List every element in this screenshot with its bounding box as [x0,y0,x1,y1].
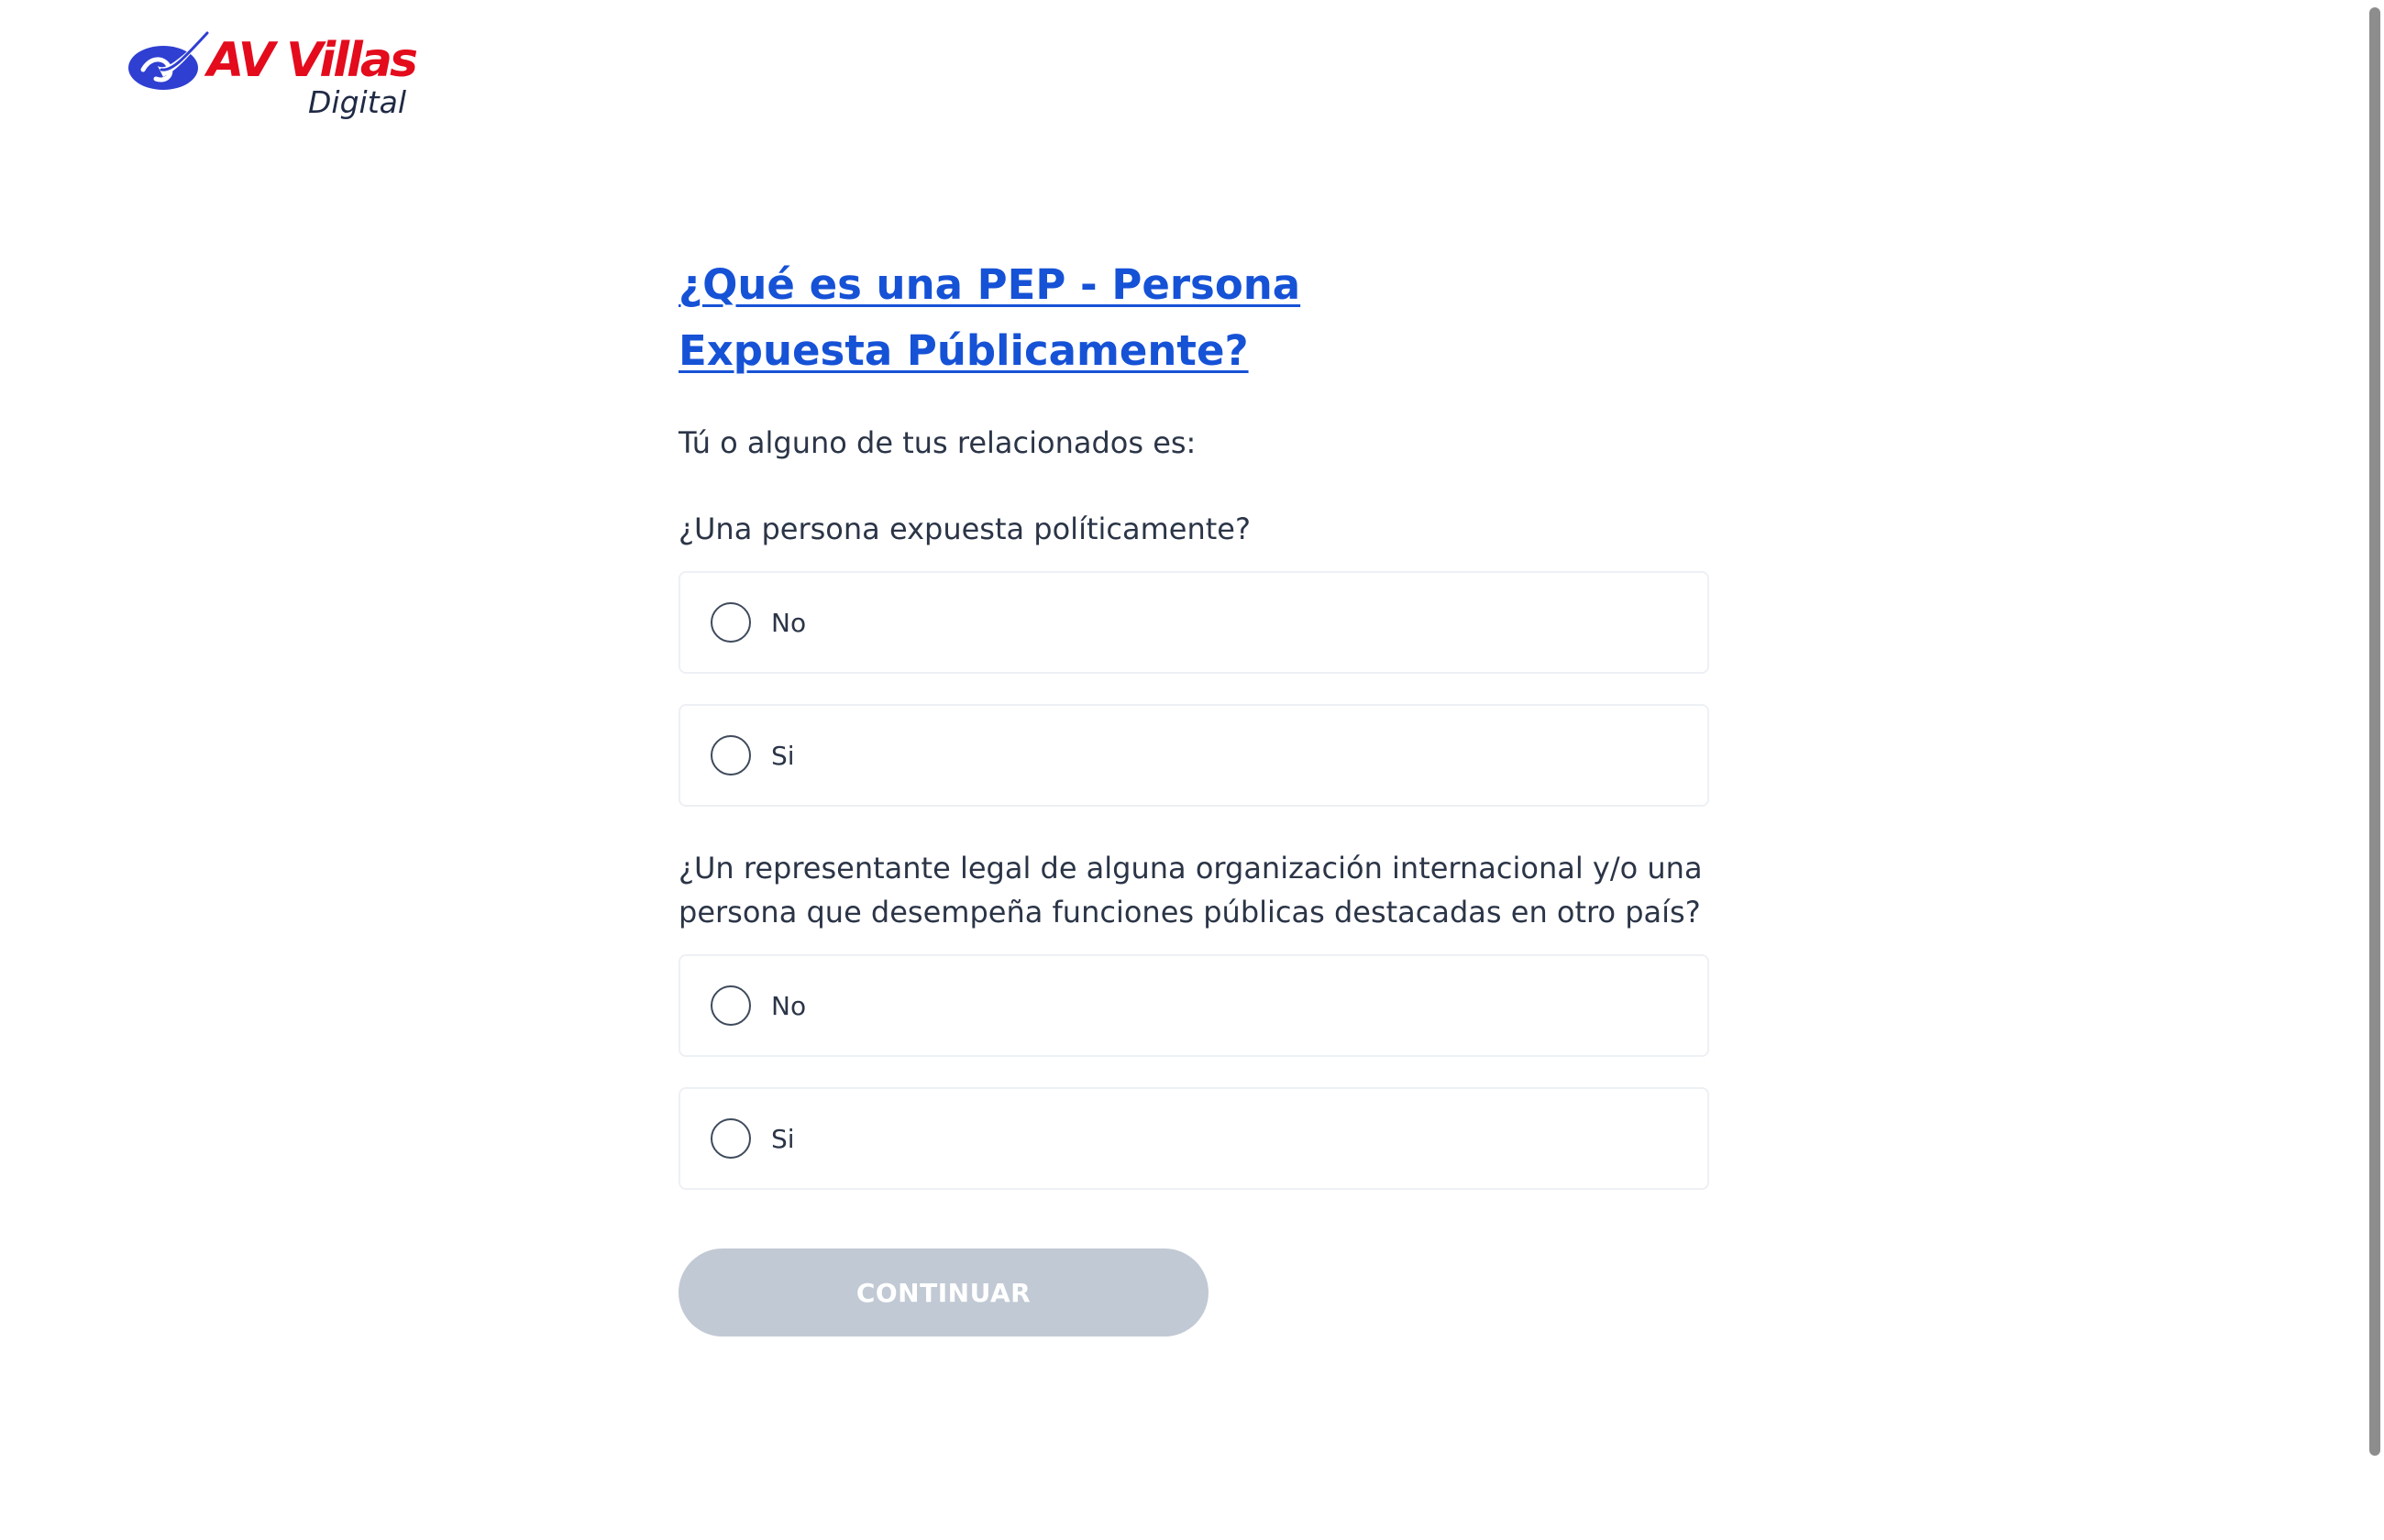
brand-name: AV Villas [207,33,418,88]
option-label: No [771,990,807,1021]
option-label: No [771,607,807,638]
radio-unchecked-icon[interactable] [711,1118,751,1159]
radio-unchecked-icon[interactable] [711,985,751,1026]
pep-form: ¿Qué es una PEP - Persona Expuesta Públi… [679,252,1709,1336]
question-1-text: ¿Una persona expuesta políticamente? [679,512,1251,546]
question-1-options: No Si [679,571,1709,807]
pep-info-link[interactable]: ¿Qué es una PEP - Persona Expuesta Públi… [679,252,1504,384]
scrollbar-thumb[interactable] [2369,7,2380,1456]
brand-subtitle: Digital [308,84,407,120]
question-1-option-si[interactable]: Si [679,704,1709,807]
option-label: Si [771,1123,795,1154]
question-2-text: ¿Un representante legal de alguna organi… [679,851,1703,930]
question-2-option-si[interactable]: Si [679,1087,1709,1190]
radio-unchecked-icon[interactable] [711,602,751,643]
option-label: Si [771,740,795,771]
question-2-option-no[interactable]: No [679,954,1709,1057]
question-2-options: No Si [679,954,1709,1190]
page: AV Villas Digital ¿Qué es una PEP - Pers… [0,0,2384,1540]
brand-mark-icon [128,31,209,90]
question-1-option-no[interactable]: No [679,571,1709,674]
intro-text: Tú o alguno de tus relacionados es: [679,425,1197,460]
radio-unchecked-icon[interactable] [711,735,751,776]
scrollbar[interactable] [2364,0,2384,1540]
brand-logo[interactable]: AV Villas Digital [125,28,427,128]
continue-button[interactable]: CONTINUAR [679,1248,1209,1336]
